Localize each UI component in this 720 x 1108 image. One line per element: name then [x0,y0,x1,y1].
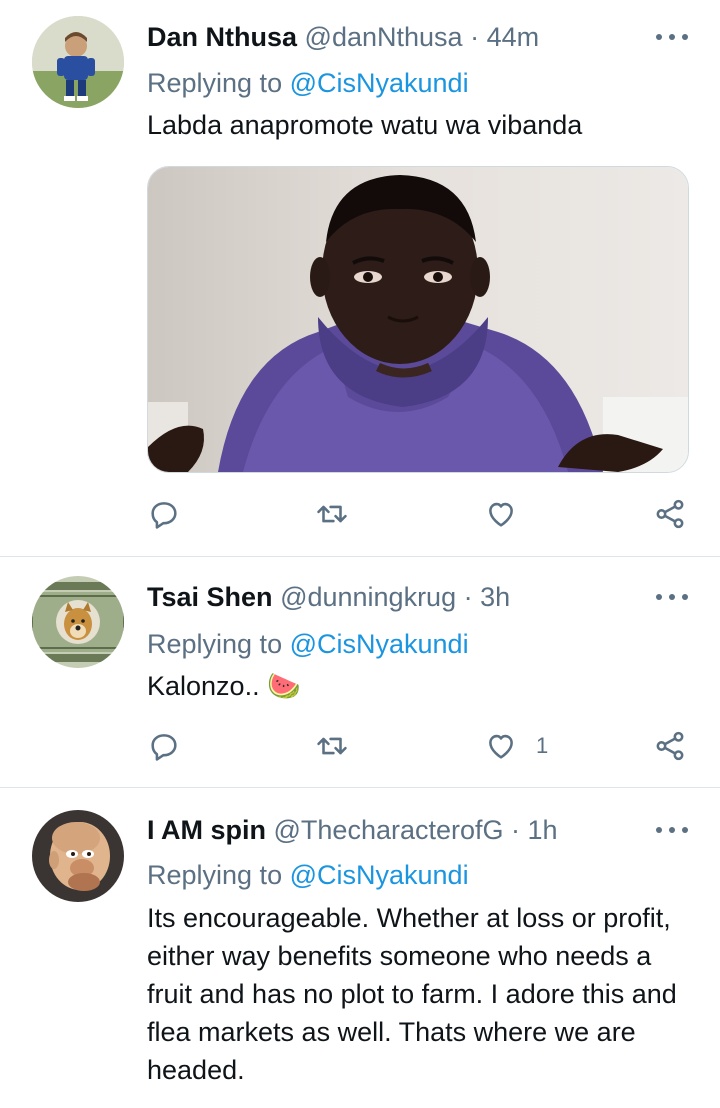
replying-to-label: Replying to [147,629,283,659]
tweet-3[interactable]: I AM spin @ThecharacterofG · 1h Replying… [0,788,720,1108]
display-name[interactable]: I AM spin [147,815,266,845]
share-icon [656,499,684,529]
media-image [148,167,688,472]
user-handle[interactable]: @ThecharacterofG [274,815,504,845]
share-icon [656,731,684,761]
avatar[interactable] [32,810,124,902]
action-bar: 1 [147,724,692,768]
replying-to: Replying to @CisNyakundi [147,855,469,895]
heart-icon [489,502,513,527]
user-handle[interactable]: @danNthusa [305,22,463,52]
replying-to: Replying to @CisNyakundi [147,63,469,103]
action-bar [147,492,692,536]
reply-button[interactable] [147,724,181,768]
more-icon[interactable] [656,17,688,57]
replying-to-label: Replying to [147,68,283,98]
user-handle[interactable]: @dunningkrug [280,582,456,612]
more-icon[interactable] [656,810,688,850]
display-name[interactable]: Tsai Shen [147,582,273,612]
retweet-button[interactable] [315,492,349,536]
timestamp[interactable]: · 44m [470,22,539,52]
tweet-text: Kalonzo.. 🍉 [147,671,301,701]
share-button[interactable] [653,492,687,536]
display-name[interactable]: Dan Nthusa [147,22,297,52]
avatar[interactable] [32,16,124,108]
tweet-media[interactable] [147,166,689,473]
tweet-2[interactable]: Tsai Shen @dunningkrug · 3h Replying to … [0,557,720,787]
share-button[interactable] [653,724,687,768]
retweet-icon [317,505,347,523]
reply-button[interactable] [147,492,181,536]
timestamp[interactable]: · 3h [464,582,511,612]
avatar[interactable] [32,576,124,668]
tweet-text: Labda anapromote watu wa vibanda [147,110,583,140]
tweet-text: Its encourageable. Whether at loss or pr… [147,903,677,1085]
tweet-header: Dan Nthusa @danNthusa · 44m [147,17,539,57]
retweet-icon [317,737,347,755]
tweet-header: I AM spin @ThecharacterofG · 1h [147,810,558,850]
replying-to: Replying to @CisNyakundi [147,624,469,664]
retweet-button[interactable] [315,724,349,768]
timestamp[interactable]: · 1h [511,815,558,845]
reply-icon [151,502,177,529]
like-button[interactable]: 1 [484,724,548,768]
mention-link[interactable]: @CisNyakundi [290,629,469,659]
more-icon[interactable] [656,577,688,617]
like-count: 1 [536,733,549,758]
like-button[interactable] [484,492,536,536]
heart-icon [489,734,513,759]
reply-icon [151,734,177,761]
tweet-header: Tsai Shen @dunningkrug · 3h [147,577,510,617]
mention-link[interactable]: @CisNyakundi [290,860,469,890]
tweet-1[interactable]: Dan Nthusa @danNthusa · 44m Replying to … [0,0,720,556]
replying-to-label: Replying to [147,860,283,890]
mention-link[interactable]: @CisNyakundi [290,68,469,98]
